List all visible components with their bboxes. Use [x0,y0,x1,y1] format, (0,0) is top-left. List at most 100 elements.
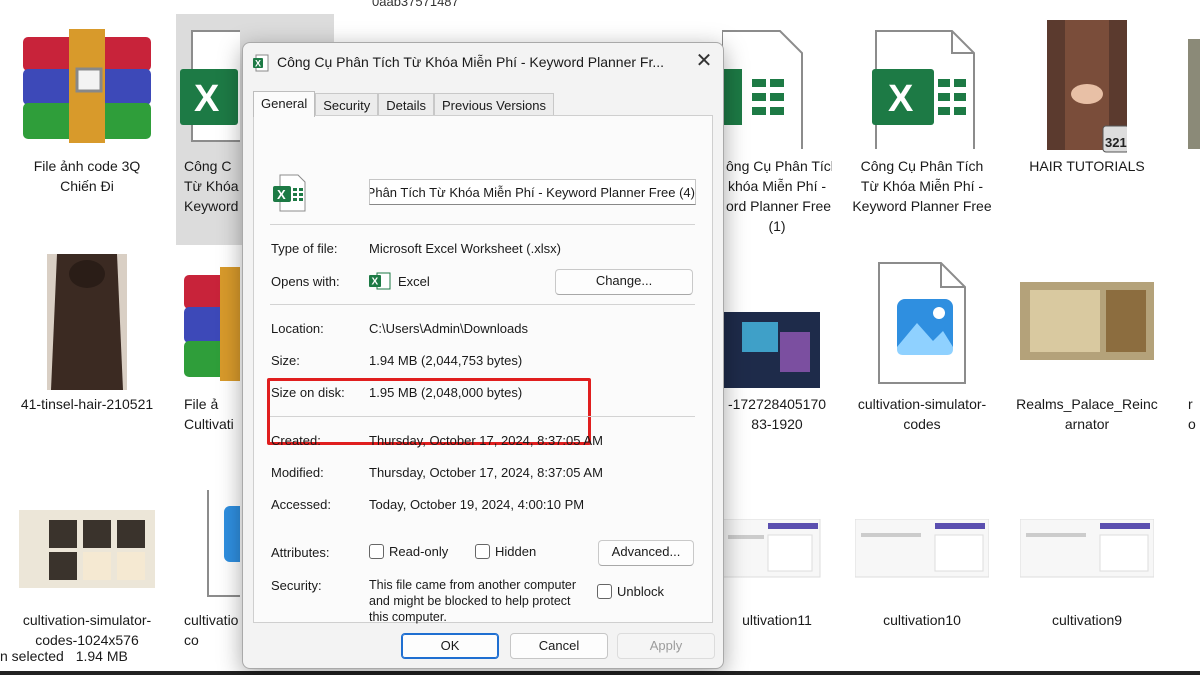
modified-label: Modified: [271,465,324,480]
file-item[interactable]: File ả Cultivati [180,252,242,436]
svg-text:321: 321 [1105,135,1127,150]
readonly-label: Read-only [389,544,449,559]
tab-general[interactable]: General [253,91,316,117]
readonly-checkbox[interactable]: Read-only [369,544,448,559]
image-thumbnail [19,510,155,588]
excel-file-icon: X [872,30,975,149]
tab-details[interactable]: Details [378,93,434,115]
status-size: 1.94 MB [75,648,128,664]
image-thumbnail [1020,519,1154,578]
image-thumbnail [1188,39,1200,149]
tab-previous-versions[interactable]: Previous Versions [433,93,555,115]
svg-text:X: X [888,78,914,120]
advanced-button[interactable]: Advanced... [598,540,694,566]
type-label: Type of file: [271,241,338,256]
created-value: Thursday, October 17, 2024, 8:37:05 AM [369,433,603,448]
file-label: Công Cụ Phân Tích Từ Khóa Miễn Phí - Key… [852,158,992,214]
video-thumbnail: 321 [1047,20,1127,153]
svg-text:X: X [277,187,286,202]
winrar-archive-icon [23,29,151,143]
unblock-label: Unblock [617,584,664,599]
excel-file-icon: X [180,30,240,142]
cancel-button[interactable]: Cancel [510,633,608,659]
filename-input[interactable]: Công Cụ Phân Tích Từ Khóa Miễn Phí - Key… [369,179,696,205]
image-thumbnail [722,519,821,578]
photo-file-icon [207,490,240,597]
apply-button[interactable]: Apply [617,633,715,659]
file-label: cultivation9 [1051,612,1123,628]
svg-text:X: X [255,59,261,69]
file-label: File ả Cultivati [184,396,234,432]
divider [270,304,695,305]
security-label: Security: [271,578,322,593]
tab-security[interactable]: Security [315,93,379,115]
file-item[interactable]: ultivation11 [722,490,832,632]
image-thumbnail [722,312,820,388]
file-item[interactable]: X Công C Từ Khóa Keyword [180,14,242,218]
file-label: HAIR TUTORIALS [1029,158,1145,174]
file-label: Công C Từ Khóa Keyword [184,158,239,214]
file-item[interactable]: cultivation-simulator-codes [847,252,997,436]
file-item[interactable]: cultivation-simulator-codes-1024x576 [12,490,162,652]
location-value: C:\Users\Admin\Downloads [369,321,528,336]
status-selected: n selected [0,648,64,664]
tab-bar: General Security Details Previous Versio… [253,91,555,117]
file-item[interactable]: 41-tinsel-hair-210521 [12,252,162,416]
file-item[interactable]: File ảnh code 3Q Chiến Đi [12,14,162,198]
excel-file-icon [722,30,803,149]
close-icon: ✕ [695,50,713,72]
file-item[interactable]: -172728405170 83-1920 [722,252,832,436]
status-bar: n selected 1.94 MB [0,648,136,664]
general-tab-panel: X Công Cụ Phân Tích Từ Khóa Miễn Phí - K… [253,115,713,624]
location-label: Location: [271,321,324,336]
file-item[interactable]: Realms_Palace_Reinc arnator [1012,252,1162,436]
file-label: -172728405170 83-1920 [727,396,827,432]
file-label: Realms_Palace_Reinc arnator [1016,396,1158,432]
file-item[interactable] [1180,14,1200,154]
created-label: Created: [271,433,321,448]
file-item[interactable]: cultivatio co [180,490,242,652]
size-value: 1.94 MB (2,044,753 bytes) [369,353,523,368]
file-item[interactable]: 321 HAIR TUTORIALS [1012,14,1162,178]
file-item[interactable]: cultivation9 [1012,490,1162,632]
file-item[interactable]: ro [1180,252,1200,436]
close-button[interactable]: ✕ [689,49,719,75]
file-label: cultivatio co [184,612,239,648]
divider [270,224,695,225]
file-label: cultivation-simulator-codes [857,396,987,432]
change-button[interactable]: Change... [555,269,693,295]
image-thumbnail [855,519,989,578]
attributes-label: Attributes: [271,545,330,560]
photo-file-icon [878,262,966,384]
image-thumbnail [47,254,127,390]
opens-value: Excel [398,274,430,289]
filename-text: Công Cụ Phân Tích Từ Khóa Miễn Phí - Key… [369,185,695,200]
size-label: Size: [271,353,300,368]
accessed-label: Accessed: [271,497,331,512]
divider [270,416,695,417]
hidden-checkbox[interactable]: Hidden [475,544,536,559]
file-label: 41-tinsel-hair-210521 [20,396,154,412]
file-label: cultivation-simulator-codes-1024x576 [22,612,152,648]
winrar-archive-icon [184,267,240,381]
checkbox-box [597,584,612,599]
dialog-title: Công Cụ Phân Tích Từ Khóa Miễn Phí - Key… [277,54,665,70]
accessed-value: Today, October 19, 2024, 4:00:10 PM [369,497,585,512]
file-item[interactable]: cultivation10 [847,490,997,632]
svg-text:X: X [194,78,220,120]
excel-file-icon: X [273,174,306,212]
ok-button[interactable]: OK [401,633,499,659]
file-item[interactable]: ông Cụ Phân Tích khóa Miễn Phí - ord Pla… [722,14,832,238]
file-label: File ảnh code 3Q Chiến Đi [33,158,141,194]
svg-text:X: X [372,277,379,288]
type-value: Microsoft Excel Worksheet (.xlsx) [369,241,561,256]
hidden-label: Hidden [495,544,537,559]
opens-label: Opens with: [271,274,340,289]
file-item[interactable]: X Công Cụ Phân Tích Từ Khóa Miễn Phí - K… [847,14,997,218]
properties-dialog: X Công Cụ Phân Tích Từ Khóa Miễn Phí - K… [242,42,724,669]
taskbar-edge [0,671,1200,675]
file-label: ro [1188,396,1196,432]
unblock-checkbox[interactable]: Unblock [597,584,664,599]
excel-file-icon: X [253,54,269,72]
file-label: ultivation11 [742,612,812,628]
